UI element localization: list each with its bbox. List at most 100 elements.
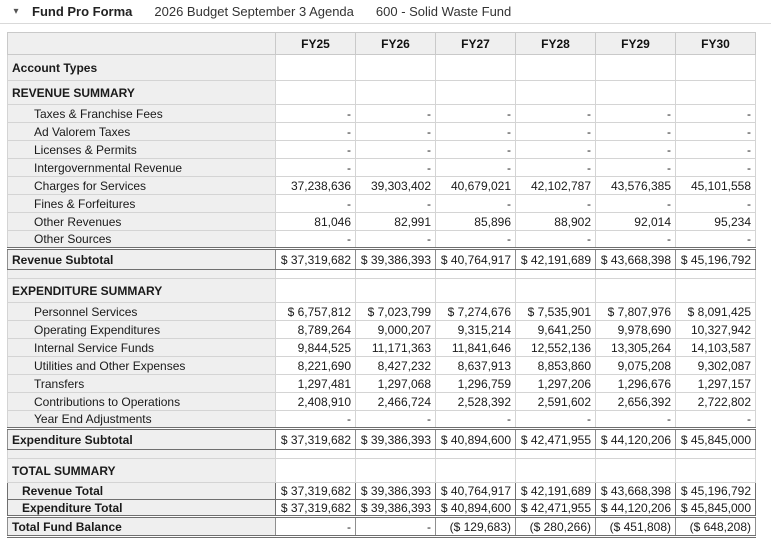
value-cell: - <box>356 123 436 141</box>
value-cell: ($ 280,266) <box>516 517 596 537</box>
row-label: Expenditure Total <box>8 500 276 517</box>
value-cell: $ 44,120,206 <box>596 500 676 517</box>
value-cell: $ 42,471,955 <box>516 500 596 517</box>
value-cell: 2,656,392 <box>596 393 676 411</box>
value-cell: - <box>276 159 356 177</box>
value-cell <box>676 279 756 303</box>
value-cell: $ 39,386,393 <box>356 249 436 270</box>
value-cell: 81,046 <box>276 213 356 231</box>
value-cell: 39,303,402 <box>356 177 436 195</box>
value-cell: 12,552,136 <box>516 339 596 357</box>
value-cell: $ 42,191,689 <box>516 249 596 270</box>
table-row: Charges for Services37,238,63639,303,402… <box>8 177 756 195</box>
value-cell: - <box>356 411 436 429</box>
value-cell: - <box>676 159 756 177</box>
value-cell: - <box>516 105 596 123</box>
value-cell: 8,221,690 <box>276 357 356 375</box>
value-cell <box>436 279 516 303</box>
table-row: Other Revenues81,04682,99185,89688,90292… <box>8 213 756 231</box>
value-cell <box>436 459 516 483</box>
column-header: FY26 <box>356 33 436 55</box>
value-cell: $ 7,807,976 <box>596 303 676 321</box>
collapse-section-icon[interactable]: ▾ <box>8 7 24 17</box>
table-row: EXPENDITURE SUMMARY <box>8 279 756 303</box>
value-cell: 1,297,068 <box>356 375 436 393</box>
value-cell <box>676 55 756 81</box>
value-cell: $ 37,319,682 <box>276 500 356 517</box>
row-label: Expenditure Subtotal <box>8 429 276 450</box>
table-row: Transfers1,297,4811,297,0681,296,7591,29… <box>8 375 756 393</box>
value-cell: - <box>436 231 516 249</box>
value-cell: $ 45,196,792 <box>676 483 756 500</box>
value-cell: $ 37,319,682 <box>276 483 356 500</box>
value-cell: 2,591,602 <box>516 393 596 411</box>
value-cell: - <box>276 517 356 537</box>
value-cell: 8,789,264 <box>276 321 356 339</box>
pro-forma-table-container: FY25FY26FY27FY28FY29FY30 Account TypesRE… <box>0 24 771 538</box>
table-row: Year End Adjustments------ <box>8 411 756 429</box>
value-cell: - <box>436 141 516 159</box>
table-row: Personnel Services$ 6,757,812$ 7,023,799… <box>8 303 756 321</box>
value-cell: - <box>596 123 676 141</box>
value-cell <box>276 450 356 459</box>
table-row: Fines & Forfeitures------ <box>8 195 756 213</box>
value-cell: $ 44,120,206 <box>596 429 676 450</box>
value-cell: ($ 648,208) <box>676 517 756 537</box>
value-cell <box>436 81 516 105</box>
row-label <box>8 450 276 459</box>
value-cell: 1,297,481 <box>276 375 356 393</box>
value-cell <box>356 279 436 303</box>
value-cell: $ 40,894,600 <box>436 429 516 450</box>
fund-name-label: 600 - Solid Waste Fund <box>376 4 511 19</box>
row-label: Taxes & Franchise Fees <box>8 105 276 123</box>
table-row: Other Sources------ <box>8 231 756 249</box>
value-cell: - <box>516 231 596 249</box>
value-cell: 9,315,214 <box>436 321 516 339</box>
value-cell: - <box>596 411 676 429</box>
value-cell: - <box>356 141 436 159</box>
value-cell <box>516 270 596 279</box>
value-cell <box>356 270 436 279</box>
row-label: Licenses & Permits <box>8 141 276 159</box>
value-cell: $ 40,764,917 <box>436 249 516 270</box>
value-cell: - <box>356 105 436 123</box>
value-cell: 1,297,157 <box>676 375 756 393</box>
table-body: Account TypesREVENUE SUMMARYTaxes & Fran… <box>8 55 756 537</box>
row-label: Revenue Total <box>8 483 276 500</box>
value-cell: 2,466,724 <box>356 393 436 411</box>
value-cell: $ 37,319,682 <box>276 249 356 270</box>
value-cell: - <box>596 141 676 159</box>
value-cell <box>276 279 356 303</box>
value-cell: 37,238,636 <box>276 177 356 195</box>
value-cell: $ 40,894,600 <box>436 500 516 517</box>
value-cell: 42,102,787 <box>516 177 596 195</box>
value-cell: - <box>516 195 596 213</box>
table-row: Internal Service Funds9,844,52511,171,36… <box>8 339 756 357</box>
value-cell: 1,297,206 <box>516 375 596 393</box>
row-label: Account Types <box>8 55 276 81</box>
row-label: Ad Valorem Taxes <box>8 123 276 141</box>
pro-forma-table: FY25FY26FY27FY28FY29FY30 Account TypesRE… <box>7 32 756 538</box>
row-label: Intergovernmental Revenue <box>8 159 276 177</box>
value-cell <box>516 55 596 81</box>
table-row <box>8 450 756 459</box>
table-row: Ad Valorem Taxes------ <box>8 123 756 141</box>
table-row: Total Fund Balance--($ 129,683)($ 280,26… <box>8 517 756 537</box>
value-cell: 40,679,021 <box>436 177 516 195</box>
value-cell: - <box>596 159 676 177</box>
value-cell: $ 7,274,676 <box>436 303 516 321</box>
table-row: Revenue Subtotal$ 37,319,682$ 39,386,393… <box>8 249 756 270</box>
table-row: Expenditure Subtotal$ 37,319,682$ 39,386… <box>8 429 756 450</box>
value-cell: - <box>596 231 676 249</box>
value-cell: - <box>516 159 596 177</box>
value-cell <box>436 55 516 81</box>
row-label: Utilities and Other Expenses <box>8 357 276 375</box>
value-cell: 13,305,264 <box>596 339 676 357</box>
value-cell: $ 40,764,917 <box>436 483 516 500</box>
value-cell <box>676 81 756 105</box>
value-cell: 1,296,759 <box>436 375 516 393</box>
value-cell: 88,902 <box>516 213 596 231</box>
value-cell: 85,896 <box>436 213 516 231</box>
value-cell <box>516 450 596 459</box>
table-row: Intergovernmental Revenue------ <box>8 159 756 177</box>
